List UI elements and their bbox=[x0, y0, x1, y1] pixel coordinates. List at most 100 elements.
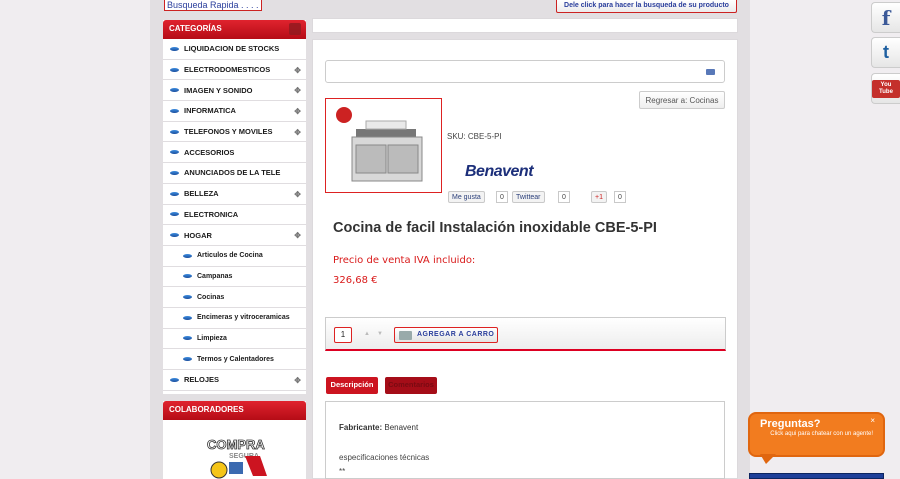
sidebar-item[interactable]: Cocinas bbox=[163, 287, 306, 308]
expand-icon[interactable]: ✥ bbox=[294, 376, 301, 385]
stove-illustration bbox=[336, 107, 423, 182]
bullet-icon bbox=[170, 129, 179, 134]
expand-icon[interactable]: ✥ bbox=[294, 86, 301, 95]
back-button[interactable]: Regresar a: Cocinas bbox=[639, 91, 725, 109]
sidebar-item-label: ACCESORIOS bbox=[184, 147, 235, 157]
sidebar-item[interactable]: ACCESORIOS bbox=[163, 142, 306, 164]
tab-comentarios[interactable]: Comentarios bbox=[385, 377, 437, 394]
bullet-icon bbox=[183, 336, 192, 341]
sidebar-item[interactable]: Articulos de Cocina bbox=[163, 246, 306, 267]
quick-search-input[interactable]: Busqueda Rapida . . . . bbox=[164, 0, 262, 11]
chat-bubble[interactable]: × Preguntas? Click aqui para chatear con… bbox=[748, 412, 885, 464]
email-icon[interactable] bbox=[706, 69, 715, 75]
youtube-link[interactable]: You Tube bbox=[871, 73, 900, 104]
twitter-link[interactable]: t bbox=[871, 37, 900, 68]
bullet-icon bbox=[183, 274, 192, 279]
sidebar-item[interactable]: ELECTRONICA bbox=[163, 205, 306, 226]
manufacturer-value: Benavent bbox=[384, 423, 419, 432]
product-image[interactable] bbox=[325, 98, 442, 193]
bullet-icon bbox=[170, 233, 179, 238]
sidebar-item-label: ELECTRONICA bbox=[184, 209, 239, 219]
sidebar-item-label: BELLEZA bbox=[184, 189, 219, 199]
quantity-input[interactable]: 1 bbox=[334, 327, 352, 343]
sidebar-item[interactable]: TELEFONOS Y MOVILES ✥ bbox=[163, 122, 306, 143]
sidebar-item-label: ELECTRODOMESTICOS bbox=[184, 65, 271, 75]
chat-bar[interactable] bbox=[749, 473, 884, 479]
facebook-icon: f bbox=[881, 5, 891, 30]
sidebar-item-label: TELEFONOS Y MOVILES bbox=[184, 127, 273, 137]
brand-logo: Benavent bbox=[465, 163, 534, 180]
bullet-icon bbox=[170, 191, 179, 196]
tweet-button[interactable]: Twittear bbox=[512, 191, 545, 203]
sidebar-item-label: INFORMATICA bbox=[184, 106, 236, 116]
sidebar-item[interactable]: INFORMATICA ✥ bbox=[163, 101, 306, 122]
sidebar-item[interactable]: BELLEZA ✥ bbox=[163, 184, 306, 205]
sidebar-item-label: HOGAR bbox=[184, 230, 212, 240]
twitter-icon: t bbox=[883, 42, 889, 62]
youtube-icon: You Tube bbox=[872, 79, 900, 98]
bullet-icon bbox=[170, 377, 179, 382]
sidebar-item-label: LIQUIDACION DE STOCKS bbox=[184, 44, 280, 54]
sidebar-item-label: Encimeras y vitroceramicas bbox=[197, 314, 290, 322]
categories-title: CATEGORÍAS bbox=[169, 24, 222, 33]
bullet-icon bbox=[170, 150, 179, 155]
chat-text: Click aqui para chatear con un agente! bbox=[770, 431, 873, 437]
sidebar-item[interactable]: ELECTRODOMESTICOS ✥ bbox=[163, 60, 306, 81]
sidebar-item[interactable]: Limpieza bbox=[163, 329, 306, 350]
expand-icon[interactable]: ✥ bbox=[294, 128, 301, 137]
categories-header: CATEGORÍAS bbox=[163, 20, 306, 39]
sidebar-item[interactable]: Termos y Calentadores bbox=[163, 349, 306, 370]
decrement-icon[interactable]: ▼ bbox=[377, 331, 383, 337]
bullet-icon bbox=[170, 46, 179, 51]
bullet-icon bbox=[183, 295, 192, 300]
gplus-button[interactable]: +1 bbox=[591, 191, 607, 203]
cart-bar bbox=[325, 317, 726, 351]
expand-icon[interactable]: ✥ bbox=[294, 66, 301, 75]
fb-like-count: 0 bbox=[496, 191, 508, 203]
expand-icon[interactable]: ✥ bbox=[294, 190, 301, 199]
sidebar-item-label: Campanas bbox=[197, 272, 233, 280]
close-icon[interactable]: × bbox=[870, 416, 875, 425]
top-bar bbox=[312, 18, 738, 33]
price-label: Precio de venta IVA incluido: bbox=[333, 255, 476, 266]
chat-title: Preguntas? bbox=[760, 418, 821, 430]
product-title: Cocina de facil Instalación inoxidable C… bbox=[333, 220, 657, 236]
sidebar-item[interactable]: RELOJES ✥ bbox=[163, 370, 306, 391]
chat-tail bbox=[760, 454, 776, 464]
product-sku: SKU: CBE-5-PI bbox=[447, 132, 502, 141]
bullet-icon bbox=[183, 357, 192, 362]
tab-descripcion[interactable]: Descripción bbox=[326, 377, 378, 394]
breadcrumb bbox=[325, 60, 725, 83]
gplus-count: 0 bbox=[614, 191, 626, 203]
gplus-label: +1 bbox=[595, 194, 603, 201]
add-to-cart-button[interactable]: AGREGAR A CARRO bbox=[394, 327, 498, 343]
expand-icon[interactable]: ✥ bbox=[294, 107, 301, 116]
fb-like-label: Me gusta bbox=[452, 194, 481, 201]
sidebar-item[interactable]: Campanas bbox=[163, 267, 306, 288]
sidebar-item-label: RELOJES bbox=[184, 375, 220, 385]
manufacturer-label: Fabricante: bbox=[339, 423, 383, 432]
sidebar-item[interactable]: Encimeras y vitroceramicas bbox=[163, 308, 306, 329]
bullet-icon bbox=[170, 67, 179, 72]
sidebar-item[interactable]: LIQUIDACION DE STOCKS bbox=[163, 39, 306, 60]
increment-icon[interactable]: ▲ bbox=[364, 331, 370, 337]
sidebar-item-label: Termos y Calentadores bbox=[197, 355, 274, 363]
sidebar-item[interactable]: IMAGEN Y SONIDO ✥ bbox=[163, 80, 306, 102]
facebook-like-button[interactable]: Me gusta bbox=[448, 191, 485, 203]
description-box bbox=[325, 401, 725, 479]
expand-icon[interactable]: ✥ bbox=[294, 231, 301, 240]
sidebar-item-label: Limpieza bbox=[197, 334, 227, 342]
sidebar-item[interactable]: ANUNCIADOS DE LA TELE bbox=[163, 163, 306, 184]
facebook-link[interactable]: f bbox=[871, 2, 900, 33]
cart-icon bbox=[399, 331, 412, 340]
sidebar-item-label: Articulos de Cocina bbox=[197, 252, 263, 260]
colaboradores-header: COLABORADORES bbox=[163, 401, 306, 420]
sidebar-item[interactable]: HOGAR ✥ bbox=[163, 225, 306, 246]
add-to-cart-label: AGREGAR A CARRO bbox=[417, 331, 495, 338]
search-button[interactable]: Dele click para hacer la busqueda de su … bbox=[556, 0, 737, 13]
colaboradores-title: COLABORADORES bbox=[169, 405, 244, 414]
specs-heading: especificaciones técnicas bbox=[339, 453, 430, 462]
svg-text:COMPRA: COMPRA bbox=[207, 437, 265, 452]
tweet-count: 0 bbox=[558, 191, 570, 203]
specs-text: ** bbox=[339, 467, 346, 476]
